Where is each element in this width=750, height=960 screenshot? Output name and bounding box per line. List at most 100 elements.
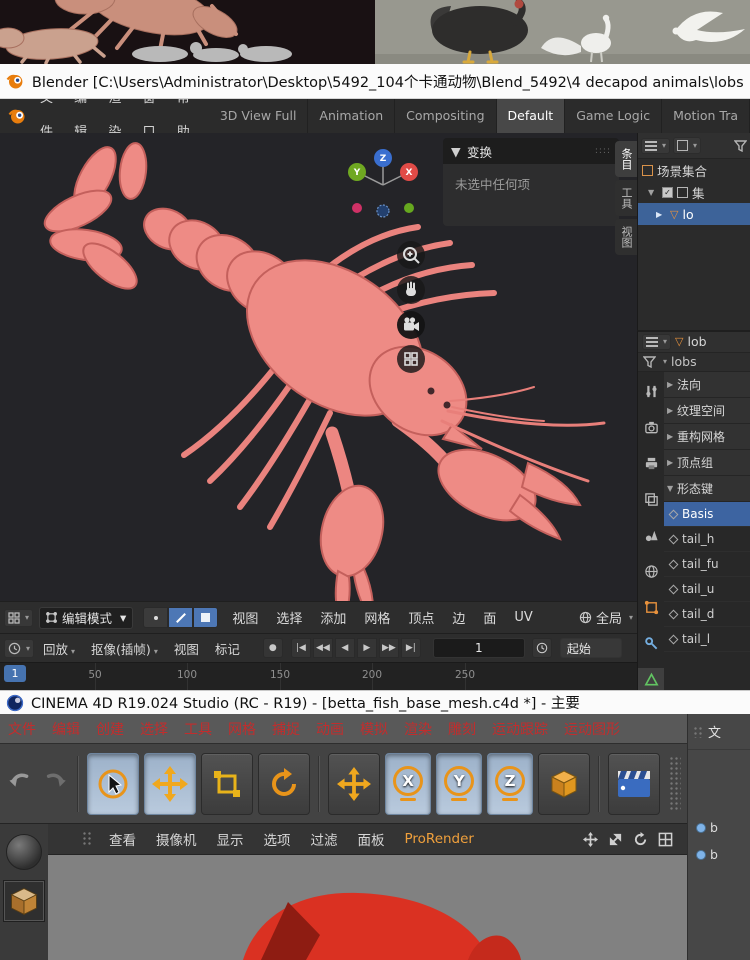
coordinate-system-button[interactable]: [538, 752, 591, 815]
viewport-menu-view[interactable]: 视图: [224, 608, 266, 627]
workspace-tab-compositing[interactable]: Compositing: [395, 99, 497, 133]
outliner-row-scene-collection[interactable]: 场景集合: [638, 159, 750, 181]
workspace-tab-animation[interactable]: Animation: [308, 99, 396, 133]
gizmo-negative-z-dot[interactable]: [376, 204, 390, 218]
collapse-icon[interactable]: ▼: [648, 188, 658, 197]
viewport-menu-select[interactable]: 选择: [268, 608, 310, 627]
menu-edit[interactable]: 编辑: [64, 99, 98, 133]
object-tree-item[interactable]: b: [688, 814, 750, 841]
menu-render[interactable]: 渲染: [98, 99, 132, 133]
viewport-menu-mesh[interactable]: 网格: [356, 608, 398, 627]
shape-key-row[interactable]: tail_h: [664, 527, 750, 552]
c4d-menu-tools[interactable]: 工具: [176, 719, 220, 739]
object-tab-icon[interactable]: [638, 596, 664, 618]
jump-to-end-button[interactable]: ▶|: [400, 638, 421, 658]
render-tab-icon[interactable]: [638, 416, 664, 438]
undo-icon[interactable]: [6, 767, 35, 801]
workspace-tab-default[interactable]: Default: [496, 99, 566, 133]
shape-key-row[interactable]: tail_fu: [664, 552, 750, 577]
section-remesh[interactable]: ▶ 重构网格: [664, 424, 750, 450]
section-vertex-groups[interactable]: ▶ 顶点组: [664, 450, 750, 476]
c4d-menu-mograph[interactable]: 运动图形: [556, 719, 628, 739]
blender-app-icon[interactable]: [8, 107, 26, 125]
timeline-menu-playback[interactable]: 回放 ▾: [36, 639, 82, 658]
grid-toggle-icon[interactable]: [397, 345, 425, 373]
viewport-menu-add[interactable]: 添加: [312, 608, 354, 627]
timeline-menu-marker[interactable]: 标记: [208, 639, 247, 658]
timeline-menu-view[interactable]: 视图: [167, 639, 206, 658]
start-frame-field[interactable]: 起始: [559, 638, 622, 658]
orientation-dropdown[interactable]: 全局 ▾: [579, 608, 633, 627]
rotate-view-icon[interactable]: [633, 831, 648, 847]
editor-type-button[interactable]: ▾: [4, 608, 34, 627]
timeline-menu-keying[interactable]: 抠像(插帧) ▾: [84, 639, 165, 658]
timeline-ruler[interactable]: 50 100 150 200 250 1: [0, 662, 637, 690]
outliner-row-lobster-object[interactable]: ▶ ▽ lo: [638, 203, 750, 225]
sidebar-tab-view[interactable]: 视图: [615, 219, 637, 255]
shape-key-row[interactable]: tail_l: [664, 627, 750, 652]
scene-tab-icon[interactable]: [638, 524, 664, 546]
outliner-row-collection[interactable]: ▼ ✓ 集: [638, 181, 750, 203]
move-tool[interactable]: [144, 752, 197, 815]
z-axis-lock-button[interactable]: Z: [487, 752, 534, 815]
c4d-menu-mesh[interactable]: 网格: [220, 719, 264, 739]
object-manager-header[interactable]: 文: [688, 714, 750, 750]
viewport-menu-edge[interactable]: 边: [444, 608, 473, 627]
shape-key-row[interactable]: tail_d: [664, 602, 750, 627]
editor-type-button[interactable]: ▾: [642, 333, 672, 350]
object-tree-item[interactable]: b: [688, 841, 750, 868]
workspace-tab-gamelogic[interactable]: Game Logic: [565, 99, 663, 133]
viewport-axis-gizmo[interactable]: Y Z X: [344, 145, 422, 223]
c4d-menu-edit[interactable]: 编辑: [44, 719, 88, 739]
auto-keying-clock-button[interactable]: [531, 638, 552, 658]
viewport-menu-face[interactable]: 面: [475, 608, 504, 627]
c4d-menu-file[interactable]: 文件: [0, 719, 44, 739]
face-select-button[interactable]: [193, 607, 219, 628]
section-texture-space[interactable]: ▶ 纹理空间: [664, 398, 750, 424]
workspace-tab-motiontracking[interactable]: Motion Tra: [662, 99, 750, 133]
x-axis-lock-button[interactable]: X: [385, 752, 432, 815]
mesh-data-tab-icon[interactable]: [638, 668, 664, 690]
editor-type-button[interactable]: ▾: [4, 638, 35, 658]
menu-window[interactable]: 窗口: [133, 99, 167, 133]
gizmo-negative-y-dot[interactable]: [404, 203, 414, 213]
cube-primitive-button[interactable]: [3, 880, 45, 922]
collection-checkbox[interactable]: ✓: [662, 186, 673, 198]
mode-dropdown[interactable]: 编辑模式 ▾: [39, 606, 134, 629]
modifier-tab-icon[interactable]: [638, 632, 664, 654]
c4d-menu-render[interactable]: 渲染: [396, 719, 440, 739]
zoom-icon[interactable]: [397, 241, 425, 269]
viewport-menu-vertex[interactable]: 顶点: [400, 608, 442, 627]
camera-view-icon[interactable]: [397, 311, 425, 339]
viewlayer-tab-icon[interactable]: [638, 488, 664, 510]
pan-hand-icon[interactable]: [397, 276, 425, 304]
blender-3d-viewport[interactable]: Y Z X ▼ 变换:::: 未选中任何项 条目 工具 视图: [0, 133, 637, 601]
last-tool-used[interactable]: [328, 752, 381, 815]
c4d-menu-create[interactable]: 创建: [88, 719, 132, 739]
tool-tab-icon[interactable]: [638, 380, 664, 402]
scale-tool[interactable]: [201, 752, 254, 815]
c4d-vpmenu-panel[interactable]: 面板: [349, 829, 394, 849]
c4d-vpmenu-options[interactable]: 选项: [255, 829, 300, 849]
live-selection-tool[interactable]: [87, 752, 140, 815]
c4d-menu-snap[interactable]: 捕捉: [264, 719, 308, 739]
editor-type-button[interactable]: ▾: [641, 137, 671, 154]
panel-grip-icon[interactable]: ::::: [595, 146, 611, 156]
sphere-tool-icon[interactable]: [6, 834, 42, 870]
c4d-vpmenu-view[interactable]: 查看: [100, 829, 145, 849]
viewport-menubar-grip[interactable]: [82, 831, 92, 847]
jump-to-start-button[interactable]: |◀: [290, 638, 311, 658]
menu-file[interactable]: 文件: [30, 99, 64, 133]
y-axis-lock-button[interactable]: Y: [436, 752, 483, 815]
collapse-icon[interactable]: ▼: [451, 144, 461, 159]
previous-keyframe-button[interactable]: ◀◀: [312, 638, 333, 658]
zoom-view-icon[interactable]: [608, 832, 623, 847]
section-normals[interactable]: ▶ 法向: [664, 372, 750, 398]
c4d-vpmenu-cameras[interactable]: 摄像机: [147, 829, 206, 849]
output-tab-icon[interactable]: [638, 452, 664, 474]
c4d-vpmenu-filter[interactable]: 过滤: [302, 829, 347, 849]
shape-key-row[interactable]: tail_u: [664, 577, 750, 602]
section-shape-keys[interactable]: ▼ 形态键: [664, 476, 750, 502]
c4d-menu-select[interactable]: 选择: [132, 719, 176, 739]
c4d-menu-sculpt[interactable]: 雕刻: [440, 719, 484, 739]
